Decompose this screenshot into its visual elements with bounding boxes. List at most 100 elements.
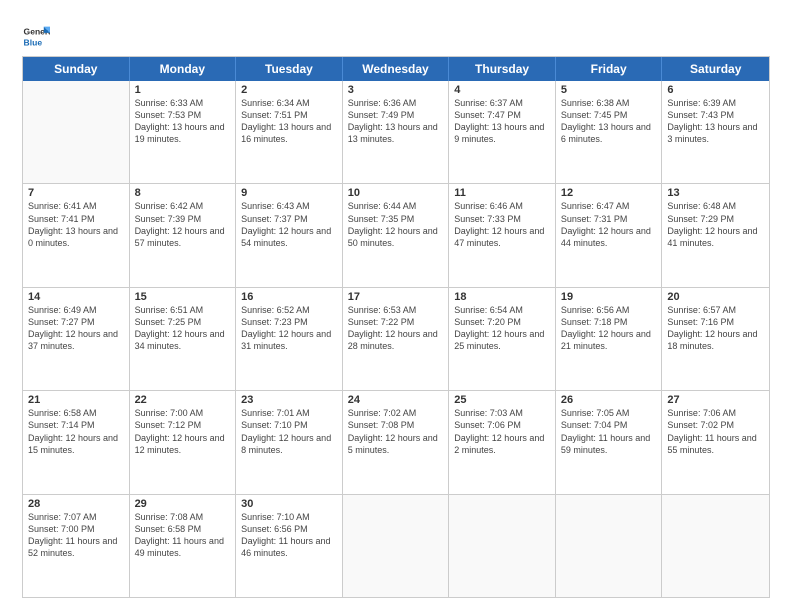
- calendar-cell: 3Sunrise: 6:36 AMSunset: 7:49 PMDaylight…: [343, 81, 450, 183]
- cell-info: Sunrise: 6:44 AMSunset: 7:35 PMDaylight:…: [348, 200, 444, 249]
- day-number: 23: [241, 394, 337, 406]
- cell-info: Sunrise: 6:53 AMSunset: 7:22 PMDaylight:…: [348, 304, 444, 353]
- day-number: 7: [28, 187, 124, 199]
- cell-info: Sunrise: 6:39 AMSunset: 7:43 PMDaylight:…: [667, 97, 764, 146]
- header-cell-sunday: Sunday: [23, 57, 130, 81]
- day-number: 18: [454, 291, 550, 303]
- day-number: 29: [135, 498, 231, 510]
- day-number: 12: [561, 187, 657, 199]
- calendar-header: SundayMondayTuesdayWednesdayThursdayFrid…: [23, 57, 769, 81]
- day-number: 28: [28, 498, 124, 510]
- cell-info: Sunrise: 7:01 AMSunset: 7:10 PMDaylight:…: [241, 407, 337, 456]
- calendar-cell: 13Sunrise: 6:48 AMSunset: 7:29 PMDayligh…: [662, 184, 769, 286]
- cell-info: Sunrise: 6:43 AMSunset: 7:37 PMDaylight:…: [241, 200, 337, 249]
- calendar-cell: 1Sunrise: 6:33 AMSunset: 7:53 PMDaylight…: [130, 81, 237, 183]
- calendar-row-1: 7Sunrise: 6:41 AMSunset: 7:41 PMDaylight…: [23, 183, 769, 286]
- day-number: 9: [241, 187, 337, 199]
- page: General Blue SundayMondayTuesdayWednesda…: [0, 0, 792, 612]
- calendar-cell: 20Sunrise: 6:57 AMSunset: 7:16 PMDayligh…: [662, 288, 769, 390]
- logo-icon: General Blue: [22, 22, 50, 50]
- calendar-cell: 11Sunrise: 6:46 AMSunset: 7:33 PMDayligh…: [449, 184, 556, 286]
- day-number: 24: [348, 394, 444, 406]
- cell-info: Sunrise: 6:52 AMSunset: 7:23 PMDaylight:…: [241, 304, 337, 353]
- day-number: 17: [348, 291, 444, 303]
- svg-text:Blue: Blue: [24, 37, 43, 47]
- day-number: 6: [667, 84, 764, 96]
- calendar-cell: 23Sunrise: 7:01 AMSunset: 7:10 PMDayligh…: [236, 391, 343, 493]
- day-number: 5: [561, 84, 657, 96]
- cell-info: Sunrise: 6:51 AMSunset: 7:25 PMDaylight:…: [135, 304, 231, 353]
- calendar-cell: 10Sunrise: 6:44 AMSunset: 7:35 PMDayligh…: [343, 184, 450, 286]
- day-number: 10: [348, 187, 444, 199]
- calendar-body: 1Sunrise: 6:33 AMSunset: 7:53 PMDaylight…: [23, 81, 769, 597]
- cell-info: Sunrise: 7:03 AMSunset: 7:06 PMDaylight:…: [454, 407, 550, 456]
- cell-info: Sunrise: 6:54 AMSunset: 7:20 PMDaylight:…: [454, 304, 550, 353]
- calendar-cell: [662, 495, 769, 597]
- calendar-cell: 27Sunrise: 7:06 AMSunset: 7:02 PMDayligh…: [662, 391, 769, 493]
- calendar-cell: [556, 495, 663, 597]
- calendar-cell: 18Sunrise: 6:54 AMSunset: 7:20 PMDayligh…: [449, 288, 556, 390]
- calendar-cell: 7Sunrise: 6:41 AMSunset: 7:41 PMDaylight…: [23, 184, 130, 286]
- day-number: 2: [241, 84, 337, 96]
- cell-info: Sunrise: 6:34 AMSunset: 7:51 PMDaylight:…: [241, 97, 337, 146]
- day-number: 4: [454, 84, 550, 96]
- header-cell-tuesday: Tuesday: [236, 57, 343, 81]
- day-number: 21: [28, 394, 124, 406]
- logo: General Blue: [22, 22, 52, 50]
- day-number: 16: [241, 291, 337, 303]
- calendar-cell: 24Sunrise: 7:02 AMSunset: 7:08 PMDayligh…: [343, 391, 450, 493]
- cell-info: Sunrise: 6:42 AMSunset: 7:39 PMDaylight:…: [135, 200, 231, 249]
- cell-info: Sunrise: 6:38 AMSunset: 7:45 PMDaylight:…: [561, 97, 657, 146]
- day-number: 30: [241, 498, 337, 510]
- calendar-cell: 6Sunrise: 6:39 AMSunset: 7:43 PMDaylight…: [662, 81, 769, 183]
- header-cell-wednesday: Wednesday: [343, 57, 450, 81]
- cell-info: Sunrise: 7:05 AMSunset: 7:04 PMDaylight:…: [561, 407, 657, 456]
- calendar-cell: 17Sunrise: 6:53 AMSunset: 7:22 PMDayligh…: [343, 288, 450, 390]
- day-number: 20: [667, 291, 764, 303]
- calendar-row-2: 14Sunrise: 6:49 AMSunset: 7:27 PMDayligh…: [23, 287, 769, 390]
- header: General Blue: [22, 18, 770, 50]
- cell-info: Sunrise: 6:41 AMSunset: 7:41 PMDaylight:…: [28, 200, 124, 249]
- cell-info: Sunrise: 7:00 AMSunset: 7:12 PMDaylight:…: [135, 407, 231, 456]
- calendar: SundayMondayTuesdayWednesdayThursdayFrid…: [22, 56, 770, 598]
- header-cell-friday: Friday: [556, 57, 663, 81]
- day-number: 1: [135, 84, 231, 96]
- cell-info: Sunrise: 6:48 AMSunset: 7:29 PMDaylight:…: [667, 200, 764, 249]
- day-number: 15: [135, 291, 231, 303]
- calendar-cell: 26Sunrise: 7:05 AMSunset: 7:04 PMDayligh…: [556, 391, 663, 493]
- cell-info: Sunrise: 7:02 AMSunset: 7:08 PMDaylight:…: [348, 407, 444, 456]
- calendar-cell: 14Sunrise: 6:49 AMSunset: 7:27 PMDayligh…: [23, 288, 130, 390]
- day-number: 22: [135, 394, 231, 406]
- header-cell-thursday: Thursday: [449, 57, 556, 81]
- calendar-cell: 19Sunrise: 6:56 AMSunset: 7:18 PMDayligh…: [556, 288, 663, 390]
- cell-info: Sunrise: 6:57 AMSunset: 7:16 PMDaylight:…: [667, 304, 764, 353]
- calendar-cell: [23, 81, 130, 183]
- day-number: 25: [454, 394, 550, 406]
- calendar-cell: 4Sunrise: 6:37 AMSunset: 7:47 PMDaylight…: [449, 81, 556, 183]
- day-number: 11: [454, 187, 550, 199]
- day-number: 27: [667, 394, 764, 406]
- calendar-row-4: 28Sunrise: 7:07 AMSunset: 7:00 PMDayligh…: [23, 494, 769, 597]
- calendar-cell: 30Sunrise: 7:10 AMSunset: 6:56 PMDayligh…: [236, 495, 343, 597]
- calendar-cell: 25Sunrise: 7:03 AMSunset: 7:06 PMDayligh…: [449, 391, 556, 493]
- cell-info: Sunrise: 6:49 AMSunset: 7:27 PMDaylight:…: [28, 304, 124, 353]
- day-number: 14: [28, 291, 124, 303]
- calendar-cell: 21Sunrise: 6:58 AMSunset: 7:14 PMDayligh…: [23, 391, 130, 493]
- calendar-row-3: 21Sunrise: 6:58 AMSunset: 7:14 PMDayligh…: [23, 390, 769, 493]
- day-number: 26: [561, 394, 657, 406]
- day-number: 8: [135, 187, 231, 199]
- calendar-row-0: 1Sunrise: 6:33 AMSunset: 7:53 PMDaylight…: [23, 81, 769, 183]
- cell-info: Sunrise: 7:08 AMSunset: 6:58 PMDaylight:…: [135, 511, 231, 560]
- cell-info: Sunrise: 6:46 AMSunset: 7:33 PMDaylight:…: [454, 200, 550, 249]
- calendar-cell: 5Sunrise: 6:38 AMSunset: 7:45 PMDaylight…: [556, 81, 663, 183]
- calendar-cell: 28Sunrise: 7:07 AMSunset: 7:00 PMDayligh…: [23, 495, 130, 597]
- cell-info: Sunrise: 6:47 AMSunset: 7:31 PMDaylight:…: [561, 200, 657, 249]
- day-number: 13: [667, 187, 764, 199]
- cell-info: Sunrise: 6:33 AMSunset: 7:53 PMDaylight:…: [135, 97, 231, 146]
- cell-info: Sunrise: 7:06 AMSunset: 7:02 PMDaylight:…: [667, 407, 764, 456]
- header-cell-monday: Monday: [130, 57, 237, 81]
- calendar-cell: 29Sunrise: 7:08 AMSunset: 6:58 PMDayligh…: [130, 495, 237, 597]
- calendar-cell: [449, 495, 556, 597]
- calendar-cell: 2Sunrise: 6:34 AMSunset: 7:51 PMDaylight…: [236, 81, 343, 183]
- cell-info: Sunrise: 7:10 AMSunset: 6:56 PMDaylight:…: [241, 511, 337, 560]
